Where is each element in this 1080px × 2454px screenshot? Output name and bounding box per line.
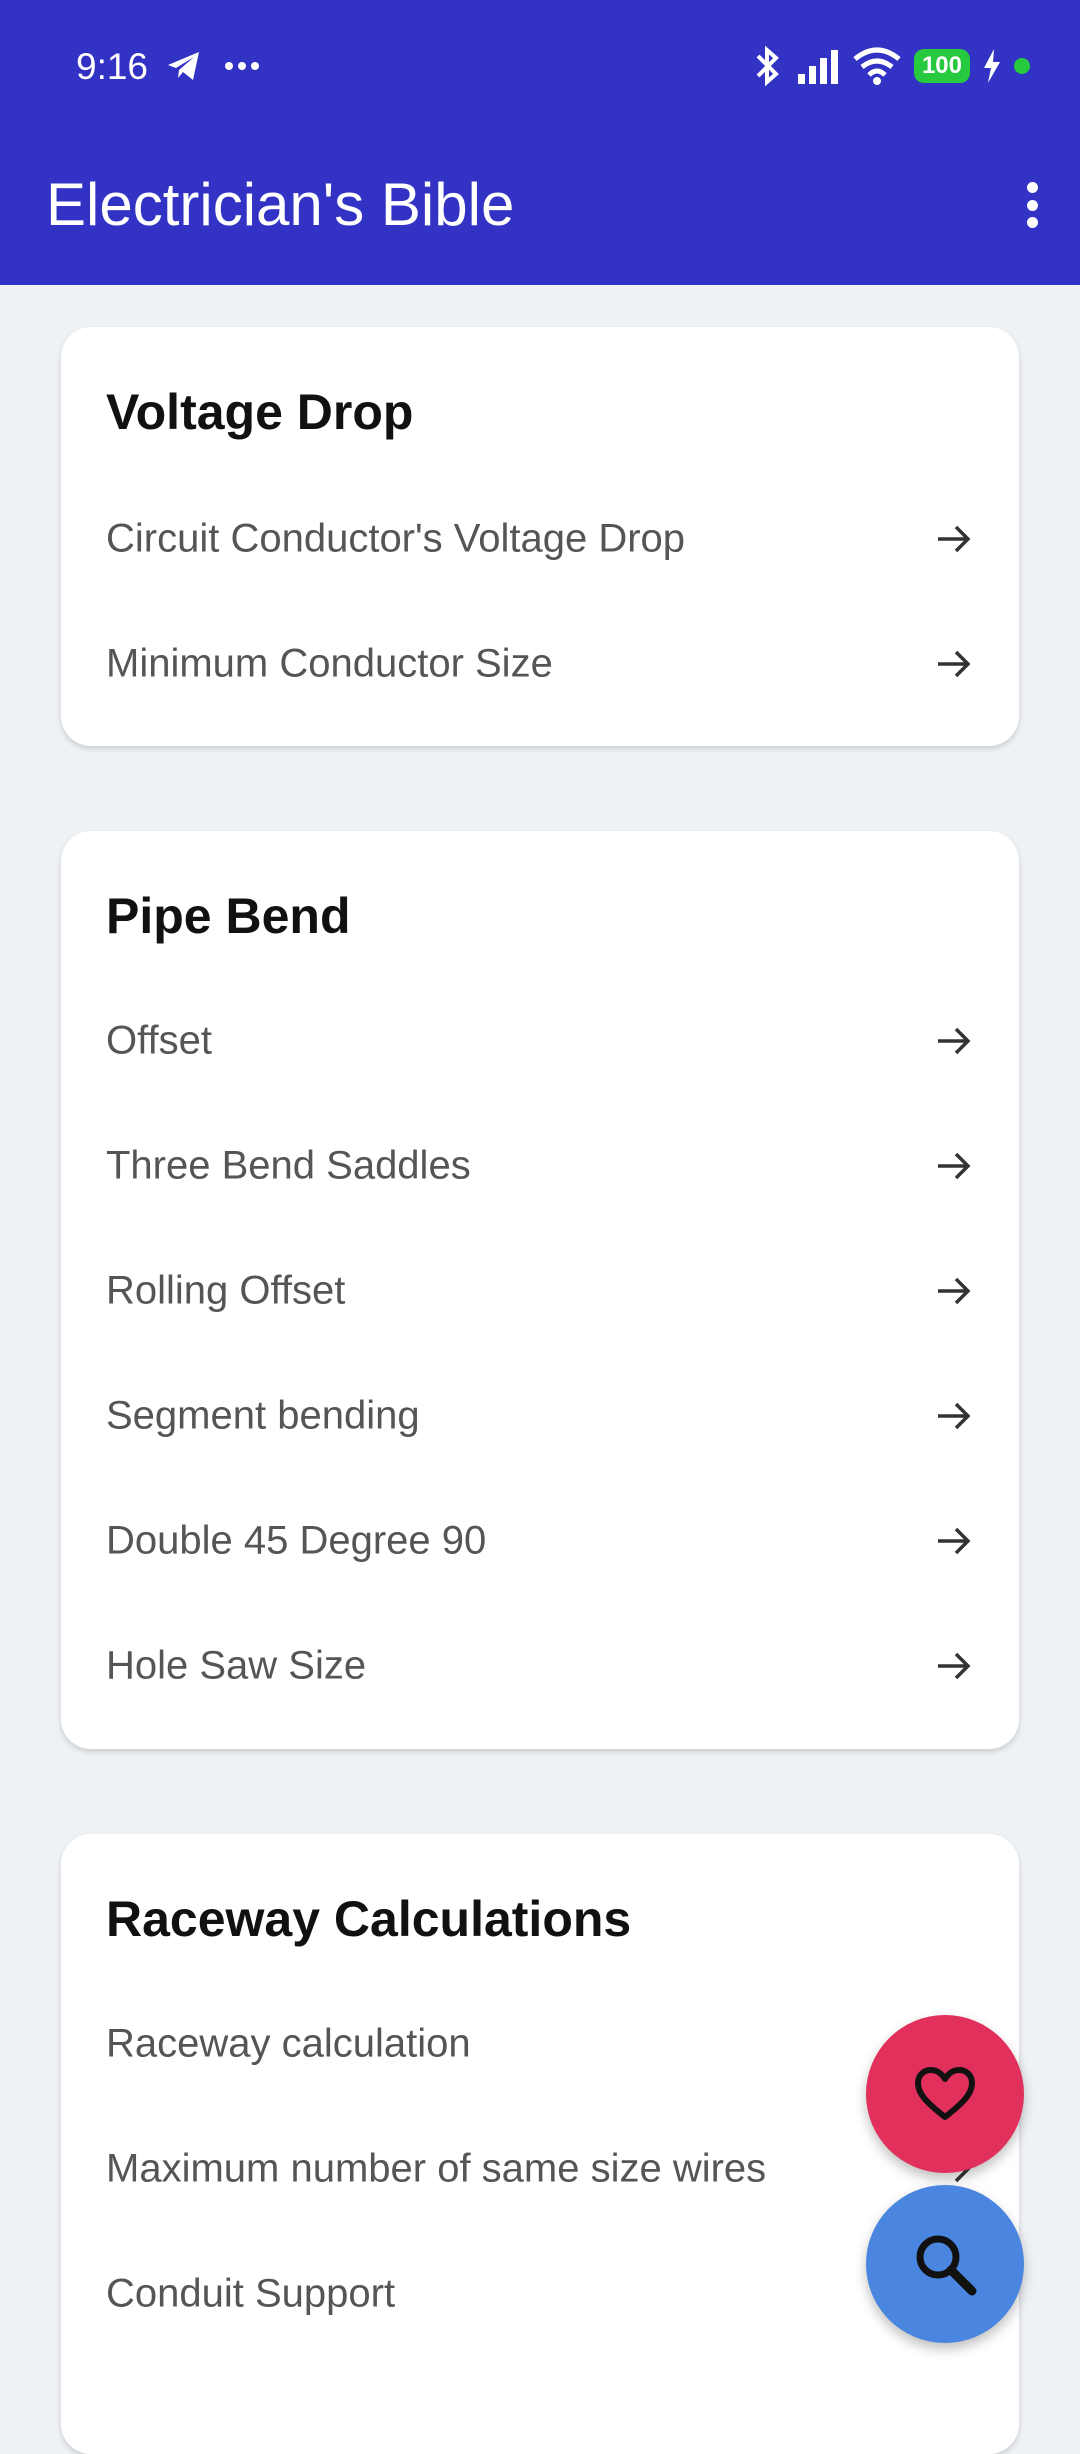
list-item-label: Segment bending: [106, 1393, 420, 1438]
bluetooth-icon: [756, 46, 779, 86]
section-title: Voltage Drop: [106, 384, 414, 440]
app-bar: 9:16 100 Electrician's Bible: [0, 0, 1080, 285]
notification-dot: [1014, 58, 1030, 74]
charging-icon: [984, 49, 1000, 83]
wifi-icon: [853, 47, 901, 85]
arrow-right-icon: [938, 1402, 971, 1430]
favorites-fab[interactable]: [866, 2015, 1024, 2173]
status-time: 9:16: [76, 46, 149, 87]
search-icon: [916, 2235, 977, 2296]
list-item[interactable]: Offset: [61, 979, 1019, 1103]
arrow-right-icon: [938, 1277, 971, 1305]
signal-icon: [797, 50, 838, 84]
list-item-label: Circuit Conductor's Voltage Drop: [106, 516, 686, 561]
list-item[interactable]: Minimum Conductor Size: [61, 602, 1019, 726]
section-title: Raceway Calculations: [106, 1891, 632, 1947]
arrow-right-icon: [938, 1652, 971, 1680]
more-vert-icon[interactable]: [1012, 170, 1052, 240]
telegram-icon: [168, 52, 199, 80]
arrow-right-icon: [938, 525, 971, 553]
section-card-raceway-calculations: Raceway Calculations Raceway calculation…: [61, 1834, 1019, 2454]
search-fab[interactable]: [866, 2185, 1024, 2343]
list-item-label: Double 45 Degree 90: [106, 1518, 487, 1563]
list-item-label: Offset: [106, 1018, 212, 1063]
list-item-label: Maximum number of same size wires: [106, 2146, 767, 2191]
arrow-right-icon: [938, 650, 971, 678]
arrow-right-icon: [938, 1152, 971, 1180]
list-item-label: Minimum Conductor Size: [106, 641, 553, 686]
app-title: Electrician's Bible: [46, 171, 515, 238]
battery-indicator: 100: [913, 49, 970, 83]
list-item-label: Rolling Offset: [106, 1268, 346, 1313]
section-title: Pipe Bend: [106, 888, 351, 944]
list-item[interactable]: Three Bend Saddles: [61, 1104, 1019, 1228]
arrow-right-icon: [938, 1027, 971, 1055]
list-item[interactable]: Segment bending: [61, 1354, 1019, 1478]
list-item-label: Conduit Support: [106, 2271, 396, 2316]
list-item-label: Raceway calculation: [106, 2021, 471, 2066]
list-item[interactable]: Hole Saw Size: [61, 1604, 1019, 1728]
arrow-right-icon: [938, 1527, 971, 1555]
section-card-pipe-bend: Pipe Bend Offset Three Bend Saddles Roll…: [61, 831, 1019, 1749]
more-notifications-icon: [225, 62, 259, 70]
status-left-icons: [166, 50, 260, 82]
list-item-label: Hole Saw Size: [106, 1643, 367, 1688]
list-item[interactable]: Circuit Conductor's Voltage Drop: [61, 477, 1019, 601]
list-item-label: Three Bend Saddles: [106, 1143, 471, 1188]
heart-icon: [915, 2067, 975, 2120]
list-item[interactable]: Double 45 Degree 90: [61, 1479, 1019, 1603]
list-item[interactable]: Rolling Offset: [61, 1229, 1019, 1353]
section-card-voltage-drop: Voltage Drop Circuit Conductor's Voltage…: [61, 327, 1019, 746]
status-right-icons: 100: [750, 46, 1030, 86]
